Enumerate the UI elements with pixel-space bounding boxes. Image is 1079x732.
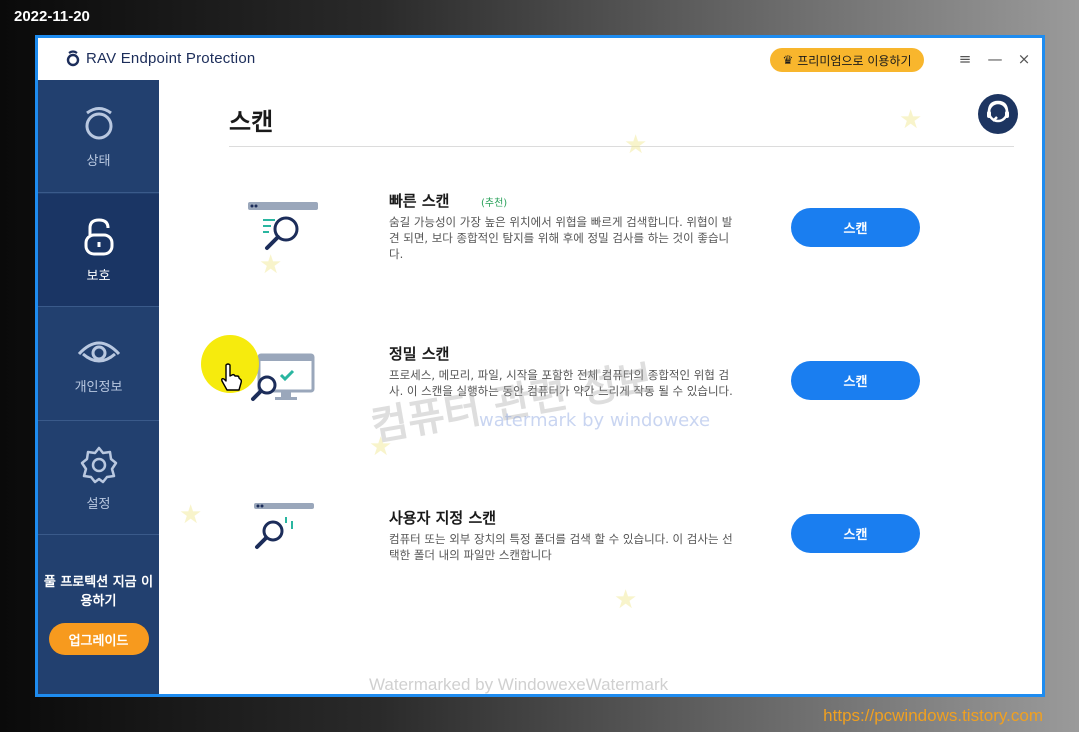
scan-title: 빠른 스캔	[389, 192, 450, 210]
close-icon[interactable]: ×	[1013, 48, 1035, 70]
crown-icon: ♛	[782, 53, 794, 67]
star-decoration-icon: ★	[259, 250, 283, 280]
sidebar-item-label: 상태	[86, 153, 111, 169]
quick-scan-row: 빠른 스캔 (추천) 숨길 가능성이 가장 높은 위치에서 위협을 빠르게 검색…	[159, 190, 1042, 300]
sidebar-item-label: 설정	[86, 496, 111, 512]
status-icon	[82, 104, 116, 142]
star-decoration-icon: ★	[369, 432, 393, 462]
recommended-tag: (추천)	[481, 198, 508, 209]
premium-label: 프리미엄으로 이용하기	[797, 53, 912, 68]
quick-scan-illustration-icon	[241, 196, 331, 266]
custom-scan-button[interactable]: 스캔	[791, 514, 920, 553]
sidebar-item-label: 보호	[86, 268, 111, 284]
watermark-english: watermark by windowexe	[479, 410, 711, 431]
sidebar-item-settings[interactable]: 설정	[38, 422, 159, 535]
scan-title: 정밀 스캔	[389, 345, 450, 363]
upgrade-button[interactable]: 업그레이드	[48, 623, 149, 655]
scan-title: 사용자 지정 스캔	[389, 509, 497, 527]
custom-scan-row: 사용자 지정 스캔 컴퓨터 또는 외부 장치의 특정 폴더를 검색 할 수 있습…	[159, 503, 1042, 617]
sidebar: 상태 보호 개인정보 설정 풀 프로텍션 지금 이용하기 업그레이드	[38, 80, 159, 694]
star-decoration-icon: ★	[179, 500, 203, 530]
star-decoration-icon: ★	[899, 105, 923, 135]
star-decoration-icon: ★	[614, 585, 638, 615]
eye-icon	[77, 334, 121, 368]
quick-scan-button[interactable]: 스캔	[791, 208, 920, 247]
custom-scan-illustration-icon	[241, 497, 331, 567]
star-decoration-icon: ★	[624, 130, 648, 160]
support-chat-icon	[985, 99, 1011, 129]
brand: RAV Endpoint Protection	[66, 49, 255, 67]
divider	[229, 146, 1014, 147]
sidebar-item-privacy[interactable]: 개인정보	[38, 308, 159, 421]
promo-text: 풀 프로텍션 지금 이용하기	[43, 575, 154, 609]
watermark-bottom: Watermarked by WindowexeWatermark	[369, 675, 669, 694]
date-stamp: 2022-11-20	[14, 8, 90, 25]
app-window: RAV Endpoint Protection ♛ 프리미엄으로 이용하기 ≡ …	[35, 35, 1045, 697]
sidebar-item-label: 개인정보	[74, 379, 123, 395]
sidebar-item-protection[interactable]: 보호	[38, 194, 159, 307]
support-button[interactable]	[978, 94, 1018, 134]
site-url: https://pcwindows.tistory.com	[823, 706, 1043, 725]
menu-icon[interactable]: ≡	[954, 48, 976, 70]
sidebar-item-status[interactable]: 상태	[38, 80, 159, 193]
minimize-icon[interactable]: —	[984, 48, 1006, 70]
titlebar: RAV Endpoint Protection ♛ 프리미엄으로 이용하기 ≡ …	[38, 38, 1042, 80]
lock-icon	[82, 217, 116, 257]
scan-description: 컴퓨터 또는 외부 장치의 특정 폴더를 검색 할 수 있습니다. 이 검사는 …	[389, 532, 733, 562]
gear-icon	[79, 445, 119, 485]
full-scan-button[interactable]: 스캔	[791, 361, 920, 400]
premium-button[interactable]: ♛ 프리미엄으로 이용하기	[770, 48, 924, 72]
main-panel: 스캔 빠른 스캔 (추천) 숨길 가능성이 가장 높은 위치에서 위협을 빠르게…	[159, 80, 1042, 694]
scan-description: 숨길 가능성이 가장 높은 위치에서 위협을 빠르게 검색합니다. 위협이 발견…	[389, 215, 733, 261]
rav-logo-icon	[66, 49, 80, 67]
brand-name: RAV Endpoint Protection	[86, 49, 256, 67]
upgrade-promo: 풀 프로텍션 지금 이용하기 업그레이드	[38, 537, 159, 694]
page-title: 스캔	[229, 108, 274, 136]
hand-cursor-icon	[219, 363, 243, 397]
